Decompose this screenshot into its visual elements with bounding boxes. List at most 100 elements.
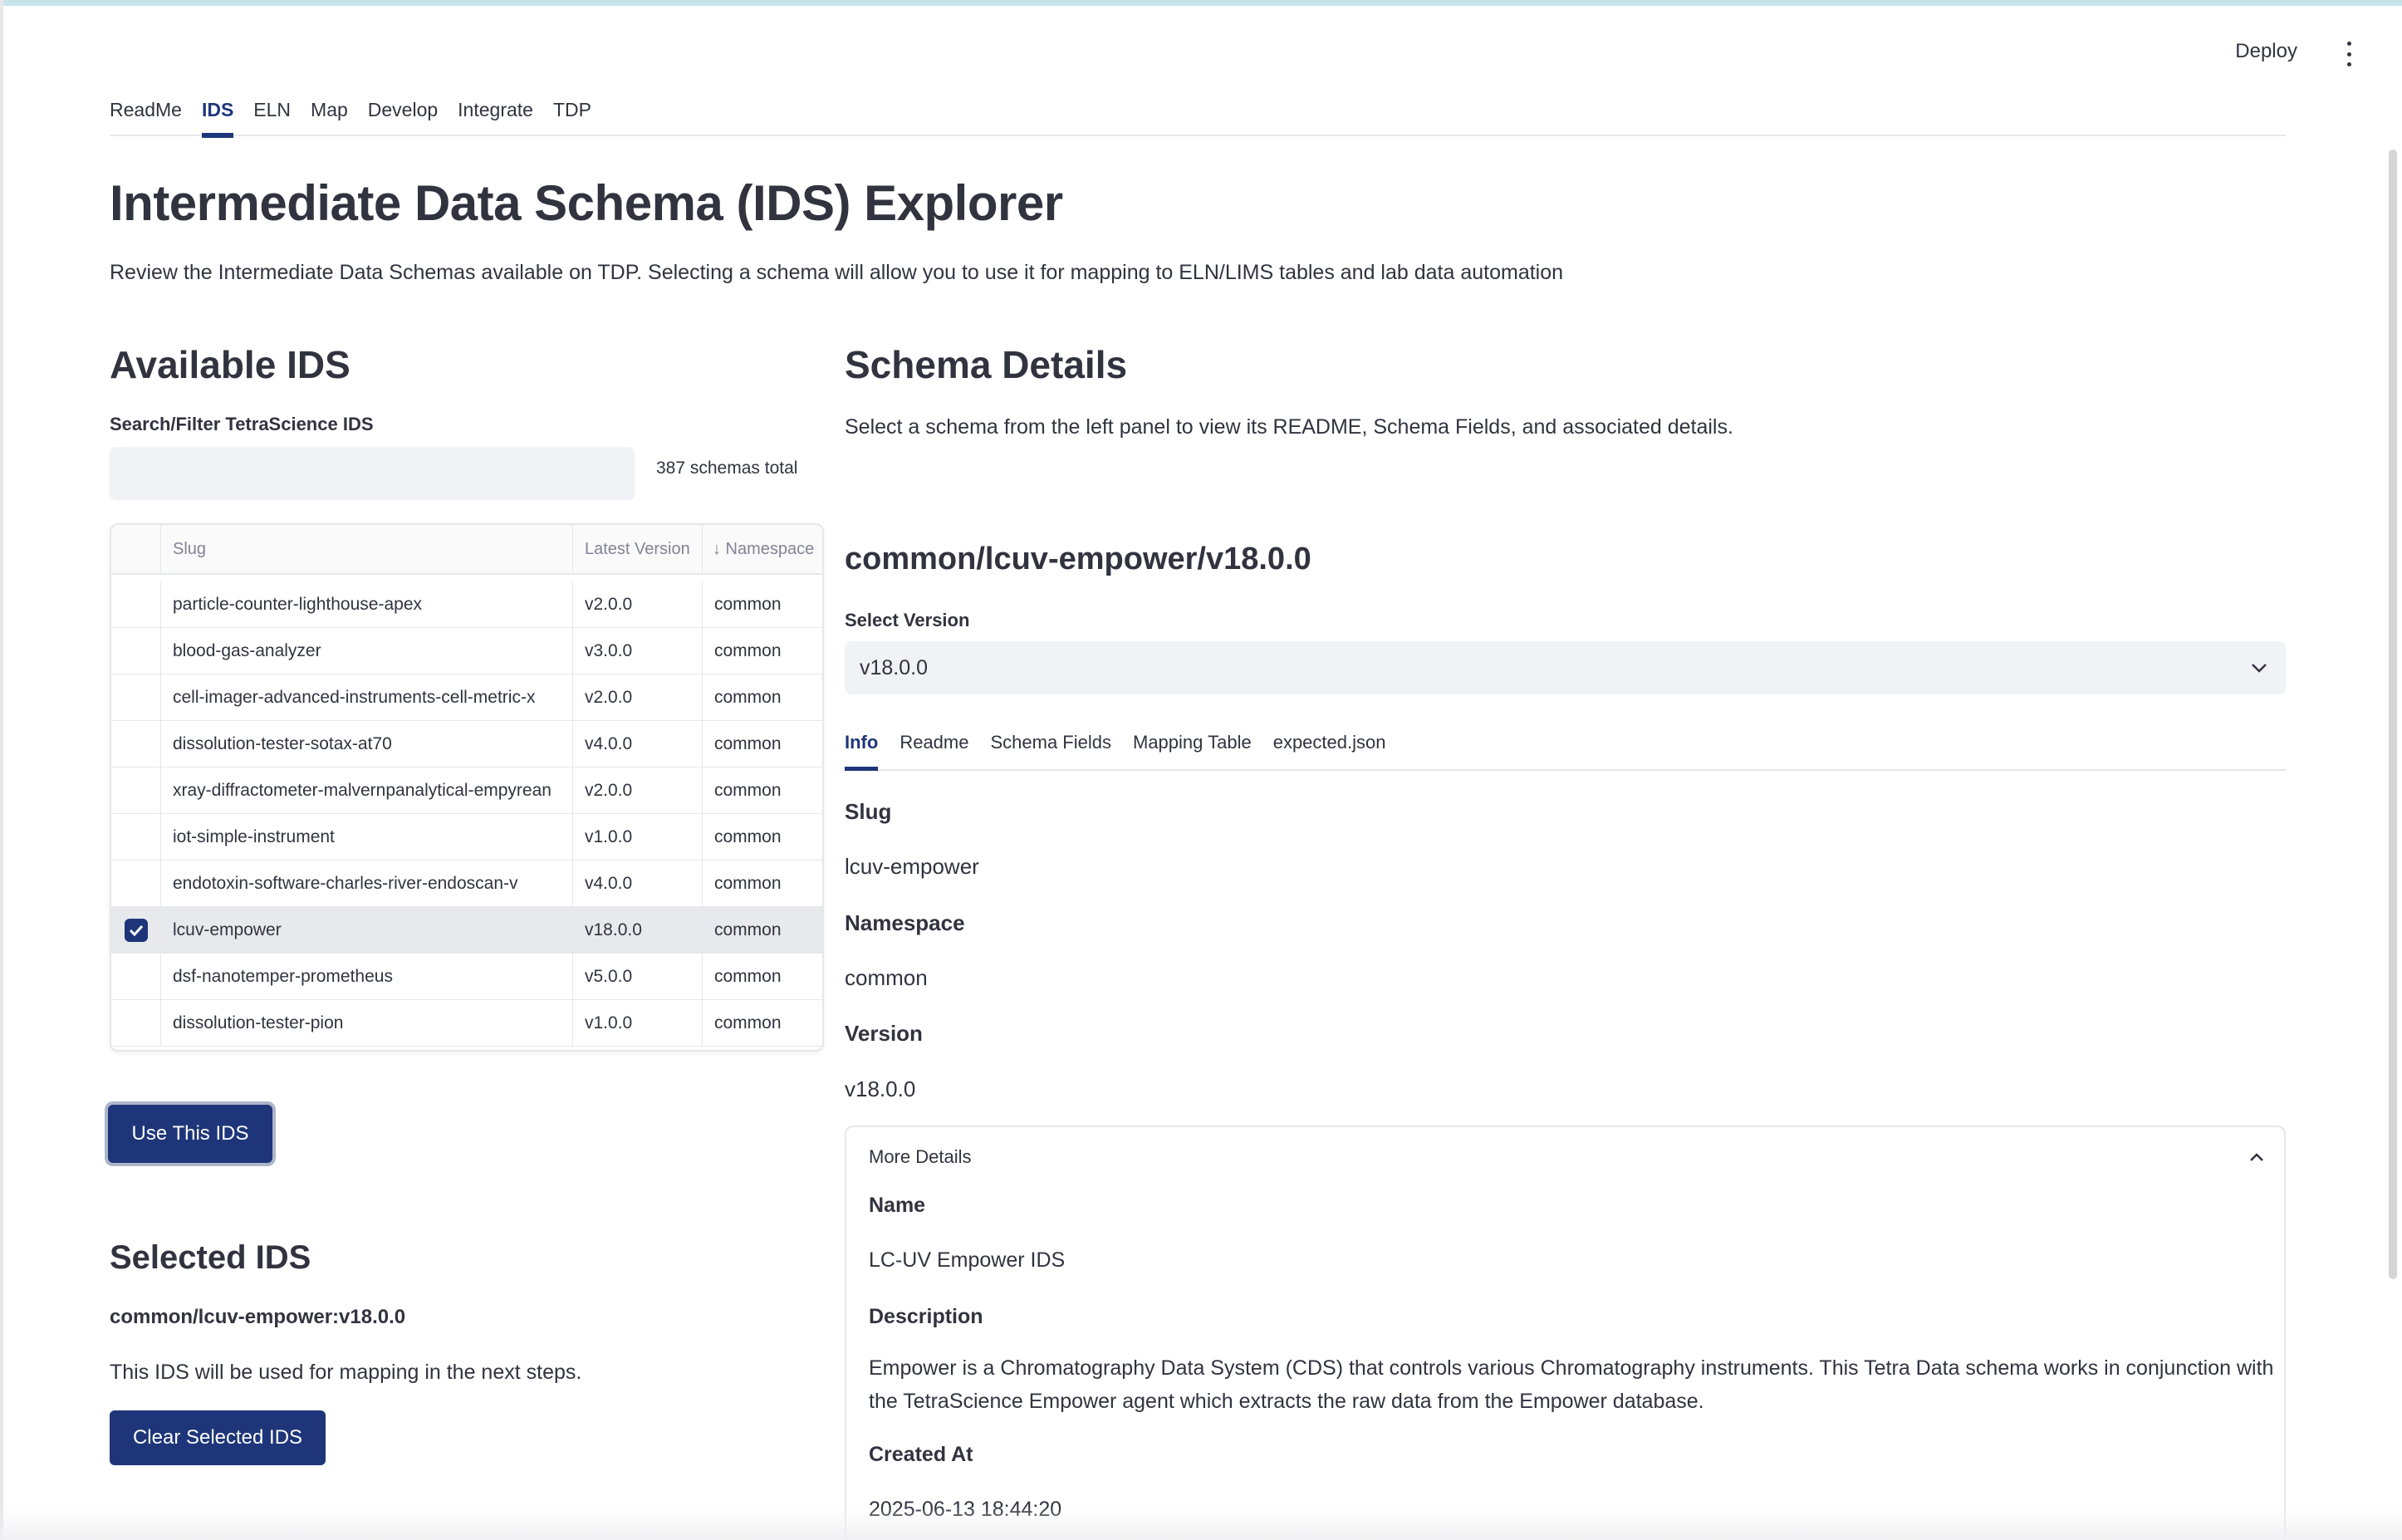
schema-description: Select a schema from the left panel to v… (845, 415, 1733, 439)
version-select[interactable]: v18.0.0 (845, 641, 2286, 694)
more-details-expander: More Details Name LC-UV Empower IDS Desc… (845, 1126, 2286, 1540)
tab-integrate[interactable]: Integrate (458, 90, 533, 136)
row-checkbox[interactable] (111, 814, 161, 860)
column-header-namespace[interactable]: ↓ Namespace (703, 525, 822, 573)
row-checkbox[interactable] (111, 581, 161, 627)
row-slug: dissolution-tester-sotax-at70 (161, 721, 573, 767)
table-row[interactable]: endotoxin-software-charles-river-endosca… (111, 861, 822, 907)
selected-ids-note: This IDS will be used for mapping in the… (110, 1361, 582, 1384)
use-ids-button[interactable]: Use This IDS (108, 1105, 272, 1163)
description-label: Description (869, 1305, 983, 1328)
search-input[interactable] (110, 447, 635, 500)
kebab-menu-icon[interactable] (2339, 42, 2359, 66)
row-slug: xray-diffractometer-malvernpanalytical-e… (161, 768, 573, 813)
row-version: v2.0.0 (573, 768, 703, 813)
row-checkbox[interactable] (111, 721, 161, 767)
more-details-header[interactable]: More Details (846, 1127, 2284, 1187)
checkmark-icon[interactable] (124, 918, 148, 942)
version-select-value: v18.0.0 (860, 655, 929, 679)
schema-title: common/lcuv-empower/v18.0.0 (845, 542, 1311, 576)
table-row-selected[interactable]: lcuv-empower v18.0.0 common (111, 907, 822, 954)
row-version: v1.0.0 (573, 1000, 703, 1046)
name-value: LC-UV Empower IDS (869, 1248, 1066, 1272)
table-row[interactable]: particle-counter-lighthouse-apex v2.0.0 … (111, 581, 822, 628)
table-row[interactable]: iot-simple-instrument v1.0.0 common (111, 814, 822, 861)
row-slug: lcuv-empower (161, 907, 573, 953)
column-header-select[interactable] (111, 525, 161, 573)
bottom-fade (0, 1507, 2402, 1540)
namespace-value: common (845, 965, 928, 990)
row-version: v1.0.0 (573, 814, 703, 860)
row-namespace: common (714, 688, 782, 707)
search-label: Search/Filter TetraScience IDS (110, 414, 374, 434)
row-slug: cell-imager-advanced-instruments-cell-me… (161, 674, 573, 720)
row-version: v2.0.0 (573, 674, 703, 720)
row-version: v2.0.0 (573, 581, 703, 627)
row-checkbox[interactable] (111, 907, 161, 953)
row-slug: dissolution-tester-pion (161, 1000, 573, 1046)
row-namespace: common (714, 1013, 782, 1032)
column-header-slug[interactable]: Slug (161, 525, 573, 573)
namespace-label: Namespace (845, 910, 965, 935)
row-slug: endotoxin-software-charles-river-endosca… (161, 861, 573, 906)
schema-count: 387 schemas total (656, 459, 798, 478)
clear-selected-button[interactable]: Clear Selected IDS (110, 1410, 326, 1465)
table-row[interactable]: cell-imager-advanced-instruments-cell-me… (111, 674, 822, 721)
table-row[interactable]: xray-diffractometer-malvernpanalytical-e… (111, 768, 822, 814)
column-header-version[interactable]: Latest Version (573, 525, 703, 573)
table-body: particle-counter-lighthouse-apex v2.0.0 … (111, 581, 822, 1047)
tab-info[interactable]: Info (845, 724, 879, 771)
version-info-value: v18.0.0 (845, 1077, 916, 1101)
tab-mapping-table[interactable]: Mapping Table (1133, 724, 1252, 769)
table-row[interactable]: dissolution-tester-sotax-at70 v4.0.0 com… (111, 721, 822, 768)
selected-ids-name: common/lcuv-empower:v18.0.0 (110, 1306, 406, 1328)
main-tabs: ReadMe IDS ELN Map Develop Integrate TDP (110, 90, 2286, 138)
table-row[interactable]: blood-gas-analyzer v3.0.0 common (111, 628, 822, 674)
chevron-up-icon[interactable] (2249, 1152, 2264, 1162)
row-checkbox[interactable] (111, 674, 161, 720)
more-details-label: More Details (869, 1146, 972, 1167)
table-row[interactable]: dissolution-tester-pion v1.0.0 common (111, 1000, 822, 1047)
page-title: Intermediate Data Schema (IDS) Explorer (110, 175, 1063, 231)
row-namespace: common (714, 641, 782, 660)
table-header: Slug Latest Version ↓ Namespace (111, 525, 822, 575)
row-checkbox[interactable] (111, 768, 161, 813)
slug-value: lcuv-empower (845, 854, 979, 879)
tab-schema-fields[interactable]: Schema Fields (990, 724, 1111, 769)
window-edge (0, 0, 3, 1540)
top-accent-bar (0, 0, 2402, 6)
row-checkbox[interactable] (111, 954, 161, 999)
version-info-label: Version (845, 1021, 923, 1046)
name-label: Name (869, 1194, 926, 1217)
deploy-button[interactable]: Deploy (2235, 40, 2297, 63)
page-scrollbar[interactable] (2389, 150, 2397, 1279)
row-version: v4.0.0 (573, 861, 703, 906)
description-value: Empower is a Chromatography Data System … (869, 1356, 2274, 1413)
tab-readme[interactable]: ReadMe (110, 90, 182, 136)
row-namespace: common (714, 781, 782, 800)
row-checkbox[interactable] (111, 861, 161, 906)
ids-table: Slug Latest Version ↓ Namespace particle… (110, 523, 824, 1052)
tab-readme-schema[interactable]: Readme (900, 724, 968, 769)
tab-map[interactable]: Map (311, 90, 348, 136)
row-slug: particle-counter-lighthouse-apex (161, 581, 573, 627)
row-slug: iot-simple-instrument (161, 814, 573, 860)
schema-tabs: Info Readme Schema Fields Mapping Table … (845, 724, 2286, 771)
schema-details-heading: Schema Details (845, 343, 1128, 386)
available-ids-heading: Available IDS (110, 343, 350, 386)
row-namespace: common (714, 967, 782, 986)
row-checkbox[interactable] (111, 1000, 161, 1046)
tab-develop[interactable]: Develop (368, 90, 438, 136)
table-row[interactable]: dsf-nanotemper-prometheus v5.0.0 common (111, 954, 822, 1000)
created-at-label: Created At (869, 1443, 973, 1466)
page-subtitle: Review the Intermediate Data Schemas ava… (110, 261, 1564, 284)
slug-label: Slug (845, 799, 892, 824)
tab-eln[interactable]: ELN (253, 90, 291, 136)
row-checkbox[interactable] (111, 628, 161, 674)
tab-tdp[interactable]: TDP (553, 90, 591, 136)
tab-ids[interactable]: IDS (201, 90, 234, 138)
row-version: v5.0.0 (573, 954, 703, 999)
version-label: Select Version (845, 610, 970, 630)
row-namespace: common (714, 920, 782, 939)
tab-expected-json[interactable]: expected.json (1273, 724, 1386, 769)
